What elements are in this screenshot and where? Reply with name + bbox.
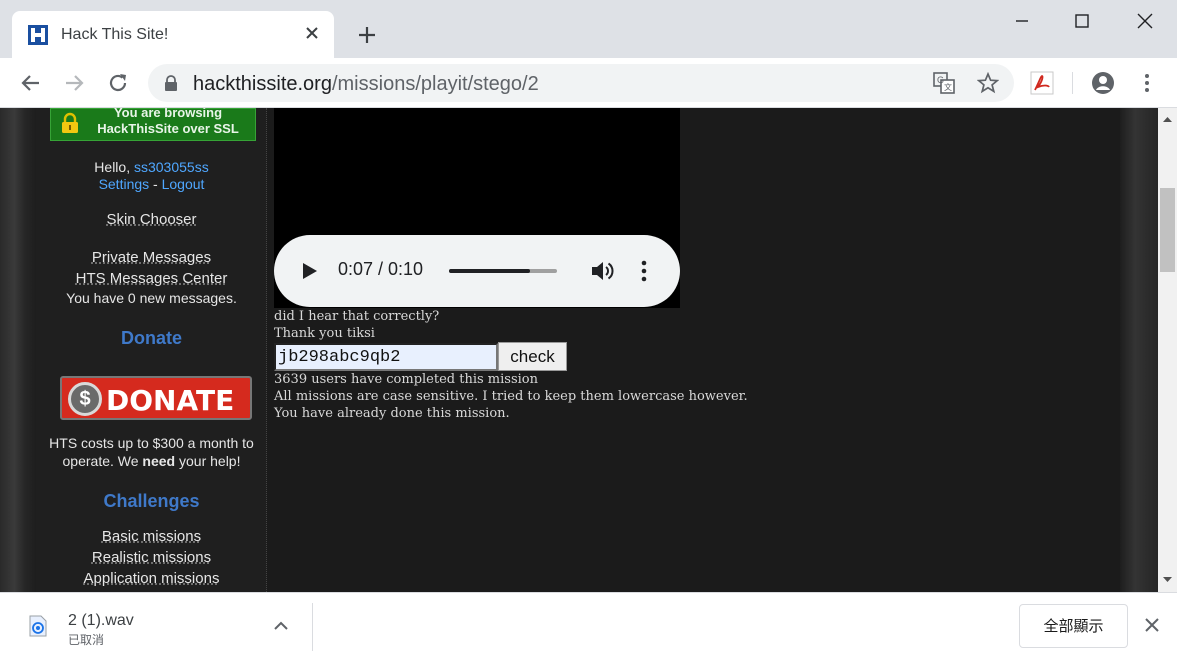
download-file-name[interactable]: 2 (1).wav (68, 612, 134, 630)
case-note: All missions are case sensitive. I tried… (274, 389, 748, 404)
skin-chooser-link[interactable]: Skin Chooser (106, 211, 196, 228)
toolbar-separator (1072, 72, 1073, 94)
challenge-row: Basic missions (36, 528, 267, 545)
cost-text-a: operate. We (62, 453, 143, 469)
username-link[interactable]: ss303055ss (134, 159, 209, 175)
url-text[interactable]: hackthissite.org/missions/playit/stego/2 (193, 73, 539, 96)
ssl-line-2: HackThisSite over SSL (97, 121, 239, 136)
more-options-icon[interactable] (636, 259, 652, 283)
back-arrow-icon[interactable] (18, 70, 44, 96)
private-messages-row: Private Messages (36, 249, 267, 266)
already-done-note: You have already done this mission. (274, 406, 510, 421)
forward-arrow-icon[interactable] (61, 70, 87, 96)
download-shelf: 2 (1).wav 已取消 全部顯示 (0, 592, 1177, 658)
cost-line-1: HTS costs up to $300 a month to (49, 435, 254, 451)
account-links: Settings - Logout (36, 176, 267, 192)
link-separator: - (149, 176, 162, 192)
show-all-button[interactable]: 全部顯示 (1019, 604, 1128, 648)
answer-input[interactable] (274, 343, 498, 371)
dollar-coin-icon: $ (68, 382, 102, 416)
audio-file-icon (29, 615, 47, 637)
menu-more-icon[interactable] (1134, 70, 1160, 96)
challenges-heading: Challenges (103, 491, 200, 511)
basic-missions-link[interactable]: Basic missions (102, 528, 201, 545)
cost-text-c: your help! (175, 453, 241, 469)
svg-text:文: 文 (944, 82, 952, 92)
scrollbar-thumb[interactable] (1160, 188, 1175, 272)
completed-count: 3639 users have completed this mission (274, 372, 538, 387)
challenge-row: Application missions (36, 570, 267, 587)
logout-link[interactable]: Logout (162, 176, 205, 192)
hts-favicon-icon (28, 25, 48, 45)
pdf-extension-icon[interactable] (1029, 70, 1055, 96)
download-separator (312, 603, 313, 651)
close-shelf-icon[interactable] (1142, 615, 1162, 635)
audio-time: 0:07 / 0:10 (338, 259, 424, 279)
skin-chooser-row: Skin Chooser (36, 211, 267, 228)
address-bar[interactable]: hackthissite.org/missions/playit/stego/2… (148, 64, 1014, 102)
donate-heading: Donate (120, 328, 182, 348)
download-status: 已取消 (68, 633, 105, 647)
ssl-line-1: You are browsing (113, 108, 223, 120)
mission-area: 0:07 / 0:10 did I hear that correctly? T… (274, 108, 1114, 592)
ssl-badge: You are browsing HackThisSite over SSL (50, 108, 256, 141)
page-scrollbar[interactable] (1158, 108, 1177, 592)
application-missions-link[interactable]: Application missions (84, 570, 220, 587)
audio-player[interactable]: 0:07 / 0:10 (274, 235, 680, 307)
volume-icon[interactable] (590, 260, 614, 282)
messages-center-link[interactable]: HTS Messages Center (76, 270, 228, 287)
hello-label: Hello, (94, 159, 134, 175)
profile-avatar-icon[interactable] (1090, 70, 1116, 96)
browser-toolbar: hackthissite.org/missions/playit/stego/2… (0, 58, 1177, 108)
scroll-up-arrow-icon[interactable] (1162, 114, 1173, 125)
play-icon[interactable] (302, 262, 318, 280)
window-close-icon[interactable] (1134, 10, 1156, 32)
private-messages-link[interactable]: Private Messages (92, 249, 211, 266)
tab-close-icon[interactable] (300, 21, 324, 45)
realistic-missions-link[interactable]: Realistic missions (92, 549, 211, 566)
challenge-row: Realistic missions (36, 549, 267, 566)
padlock-icon (62, 112, 78, 133)
maximize-icon[interactable] (1071, 10, 1093, 32)
messages-center-row: HTS Messages Center (36, 270, 267, 287)
new-tab-icon[interactable] (354, 22, 380, 48)
mission-hint-2: Thank you tiksi (274, 326, 375, 341)
url-path: /missions/playit/stego/2 (331, 73, 539, 95)
svg-text:G: G (937, 75, 944, 85)
settings-link[interactable]: Settings (99, 176, 150, 192)
user-greeting: Hello, ss303055ss (36, 159, 267, 175)
chevron-up-icon[interactable] (272, 617, 290, 635)
bookmark-star-icon[interactable] (977, 72, 999, 94)
page-border-right (1120, 108, 1158, 592)
browser-titlebar: Hack This Site! (0, 0, 1177, 58)
scroll-down-arrow-icon[interactable] (1162, 574, 1173, 585)
sidebar: You are browsing HackThisSite over SSL H… (36, 108, 267, 592)
audio-progress-fill (449, 269, 530, 273)
page-content: You are browsing HackThisSite over SSL H… (36, 108, 1120, 592)
donate-button[interactable]: $ DONATE (60, 376, 252, 420)
cost-line-2: operate. We need your help! (36, 453, 267, 469)
reload-icon[interactable] (105, 70, 131, 96)
browser-tab[interactable]: Hack This Site! (12, 11, 334, 58)
page-border-left (0, 108, 36, 592)
lock-icon[interactable] (164, 75, 178, 91)
translate-icon[interactable]: G 文 (933, 72, 955, 94)
check-button[interactable]: check (498, 342, 567, 371)
cost-text-need: need (142, 453, 176, 469)
audio-progress-bar[interactable] (449, 269, 557, 273)
page-viewport: You are browsing HackThisSite over SSL H… (0, 108, 1158, 592)
donate-button-label: DONATE (106, 384, 235, 417)
new-messages-text: You have 0 new messages. (66, 290, 237, 306)
minimize-icon[interactable] (1011, 10, 1033, 32)
mission-hint-1: did I hear that correctly? (274, 309, 440, 324)
url-host: hackthissite.org (193, 73, 332, 95)
tab-title: Hack This Site! (61, 26, 169, 43)
